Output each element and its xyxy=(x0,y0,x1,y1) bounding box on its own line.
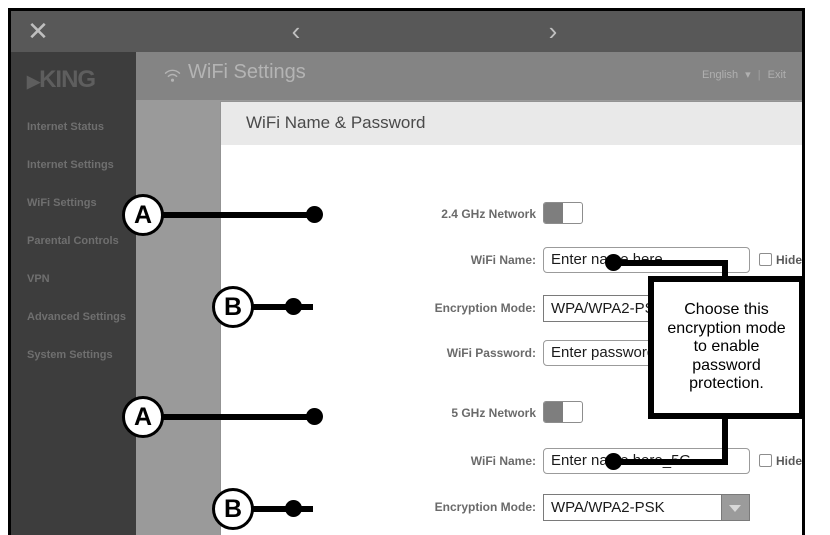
sidebar-item-system-settings[interactable]: System Settings xyxy=(11,336,136,374)
label-hide-5ghz: Hide xyxy=(776,453,803,468)
row-5ghz-encryption: Encryption Mode: WPA/WPA2-PSK xyxy=(221,492,802,522)
wifi-icon xyxy=(164,69,181,82)
sidebar-item-vpn[interactable]: VPN xyxy=(11,260,136,298)
label-hide-24ghz: Hide xyxy=(776,252,803,267)
sidebar-item-advanced-settings[interactable]: Advanced Settings xyxy=(11,298,136,336)
sidebar: ▶KING Internet Status Internet Settings … xyxy=(11,52,136,535)
toggle-knob xyxy=(544,402,563,422)
toggle-24ghz-network[interactable] xyxy=(543,202,583,224)
sidebar-item-wifi-settings[interactable]: WiFi Settings xyxy=(11,184,136,222)
forward-arrow-icon[interactable]: › xyxy=(536,11,570,52)
header-controls: English ▾ | Exit xyxy=(700,68,788,81)
content-area: WiFi Settings English ▾ | Exit WiFi Name… xyxy=(136,52,802,535)
screenshot-root: ✕ ‹ › ▶KING Internet Status Internet Set… xyxy=(0,0,830,535)
sidebar-nav: Internet Status Internet Settings WiFi S… xyxy=(11,108,136,374)
input-24ghz-password[interactable]: Enter password here xyxy=(543,340,750,366)
checkbox-hide-24ghz[interactable] xyxy=(759,253,772,267)
page-header: WiFi Settings English ▾ | Exit xyxy=(136,52,802,100)
header-separator: | xyxy=(757,69,761,81)
sidebar-item-internet-status[interactable]: Internet Status xyxy=(11,108,136,146)
language-selector[interactable]: English xyxy=(702,69,738,81)
wifi-name-password-dialog: WiFi Name & Password X 2.4 GHz Network W… xyxy=(221,102,802,535)
hide-5ghz-name-group[interactable]: Hide xyxy=(759,452,802,470)
label-24ghz-wifi-name: WiFi Name: xyxy=(470,253,536,267)
toggle-knob xyxy=(544,203,563,223)
dropdown-5ghz-encryption-value: WPA/WPA2-PSK xyxy=(551,499,665,516)
row-24ghz-password: WiFi Password: Enter password here xyxy=(221,338,802,368)
sidebar-item-internet-settings[interactable]: Internet Settings xyxy=(11,146,136,184)
label-24ghz-network: 2.4 GHz Network xyxy=(441,207,536,221)
chevron-down-icon[interactable] xyxy=(721,495,749,520)
dropdown-24ghz-encryption-value: WPA/WPA2-PSK xyxy=(551,300,665,317)
row-24ghz-wifi-name: WiFi Name: Enter name here Hide xyxy=(221,245,802,275)
logo-caret-icon: ▶ xyxy=(27,72,40,91)
checkbox-hide-5ghz[interactable] xyxy=(759,454,772,468)
exit-link[interactable]: Exit xyxy=(768,69,786,81)
row-5ghz-network: 5 GHz Network xyxy=(221,398,802,428)
input-5ghz-wifi-name[interactable]: Enter name here_5G xyxy=(543,448,750,474)
browser-chrome-bar: ✕ ‹ › xyxy=(11,11,802,52)
sidebar-item-parental-controls[interactable]: Parental Controls xyxy=(11,222,136,260)
king-logo: ▶KING xyxy=(27,66,96,94)
hide-24ghz-name-group[interactable]: Hide xyxy=(759,251,802,269)
label-24ghz-password: WiFi Password: xyxy=(446,346,536,360)
label-5ghz-network: 5 GHz Network xyxy=(451,406,536,420)
chevron-down-icon[interactable] xyxy=(721,296,749,321)
label-5ghz-encryption: Encryption Mode: xyxy=(434,500,536,514)
label-24ghz-encryption: Encryption Mode: xyxy=(434,301,536,315)
close-icon[interactable]: ✕ xyxy=(21,11,55,52)
dropdown-5ghz-encryption[interactable]: WPA/WPA2-PSK xyxy=(543,494,750,521)
dialog-body: 2.4 GHz Network WiFi Name: Enter name he… xyxy=(221,145,802,535)
back-arrow-icon[interactable]: ‹ xyxy=(279,11,313,52)
row-5ghz-wifi-name: WiFi Name: Enter name here_5G Hide xyxy=(221,446,802,476)
row-24ghz-network: 2.4 GHz Network xyxy=(221,199,802,229)
router-admin-window: ✕ ‹ › ▶KING Internet Status Internet Set… xyxy=(8,8,805,535)
dialog-header: WiFi Name & Password X xyxy=(221,102,802,145)
row-24ghz-encryption: Encryption Mode: WPA/WPA2-PSK xyxy=(221,293,802,323)
input-24ghz-wifi-name[interactable]: Enter name here xyxy=(543,247,750,273)
page-title: WiFi Settings xyxy=(188,61,306,83)
label-5ghz-wifi-name: WiFi Name: xyxy=(470,454,536,468)
dropdown-24ghz-encryption[interactable]: WPA/WPA2-PSK xyxy=(543,295,750,322)
toggle-5ghz-network[interactable] xyxy=(543,401,583,423)
dialog-title: WiFi Name & Password xyxy=(246,113,426,132)
logo-text: KING xyxy=(39,66,96,93)
chevron-down-icon[interactable]: ▾ xyxy=(745,69,751,81)
